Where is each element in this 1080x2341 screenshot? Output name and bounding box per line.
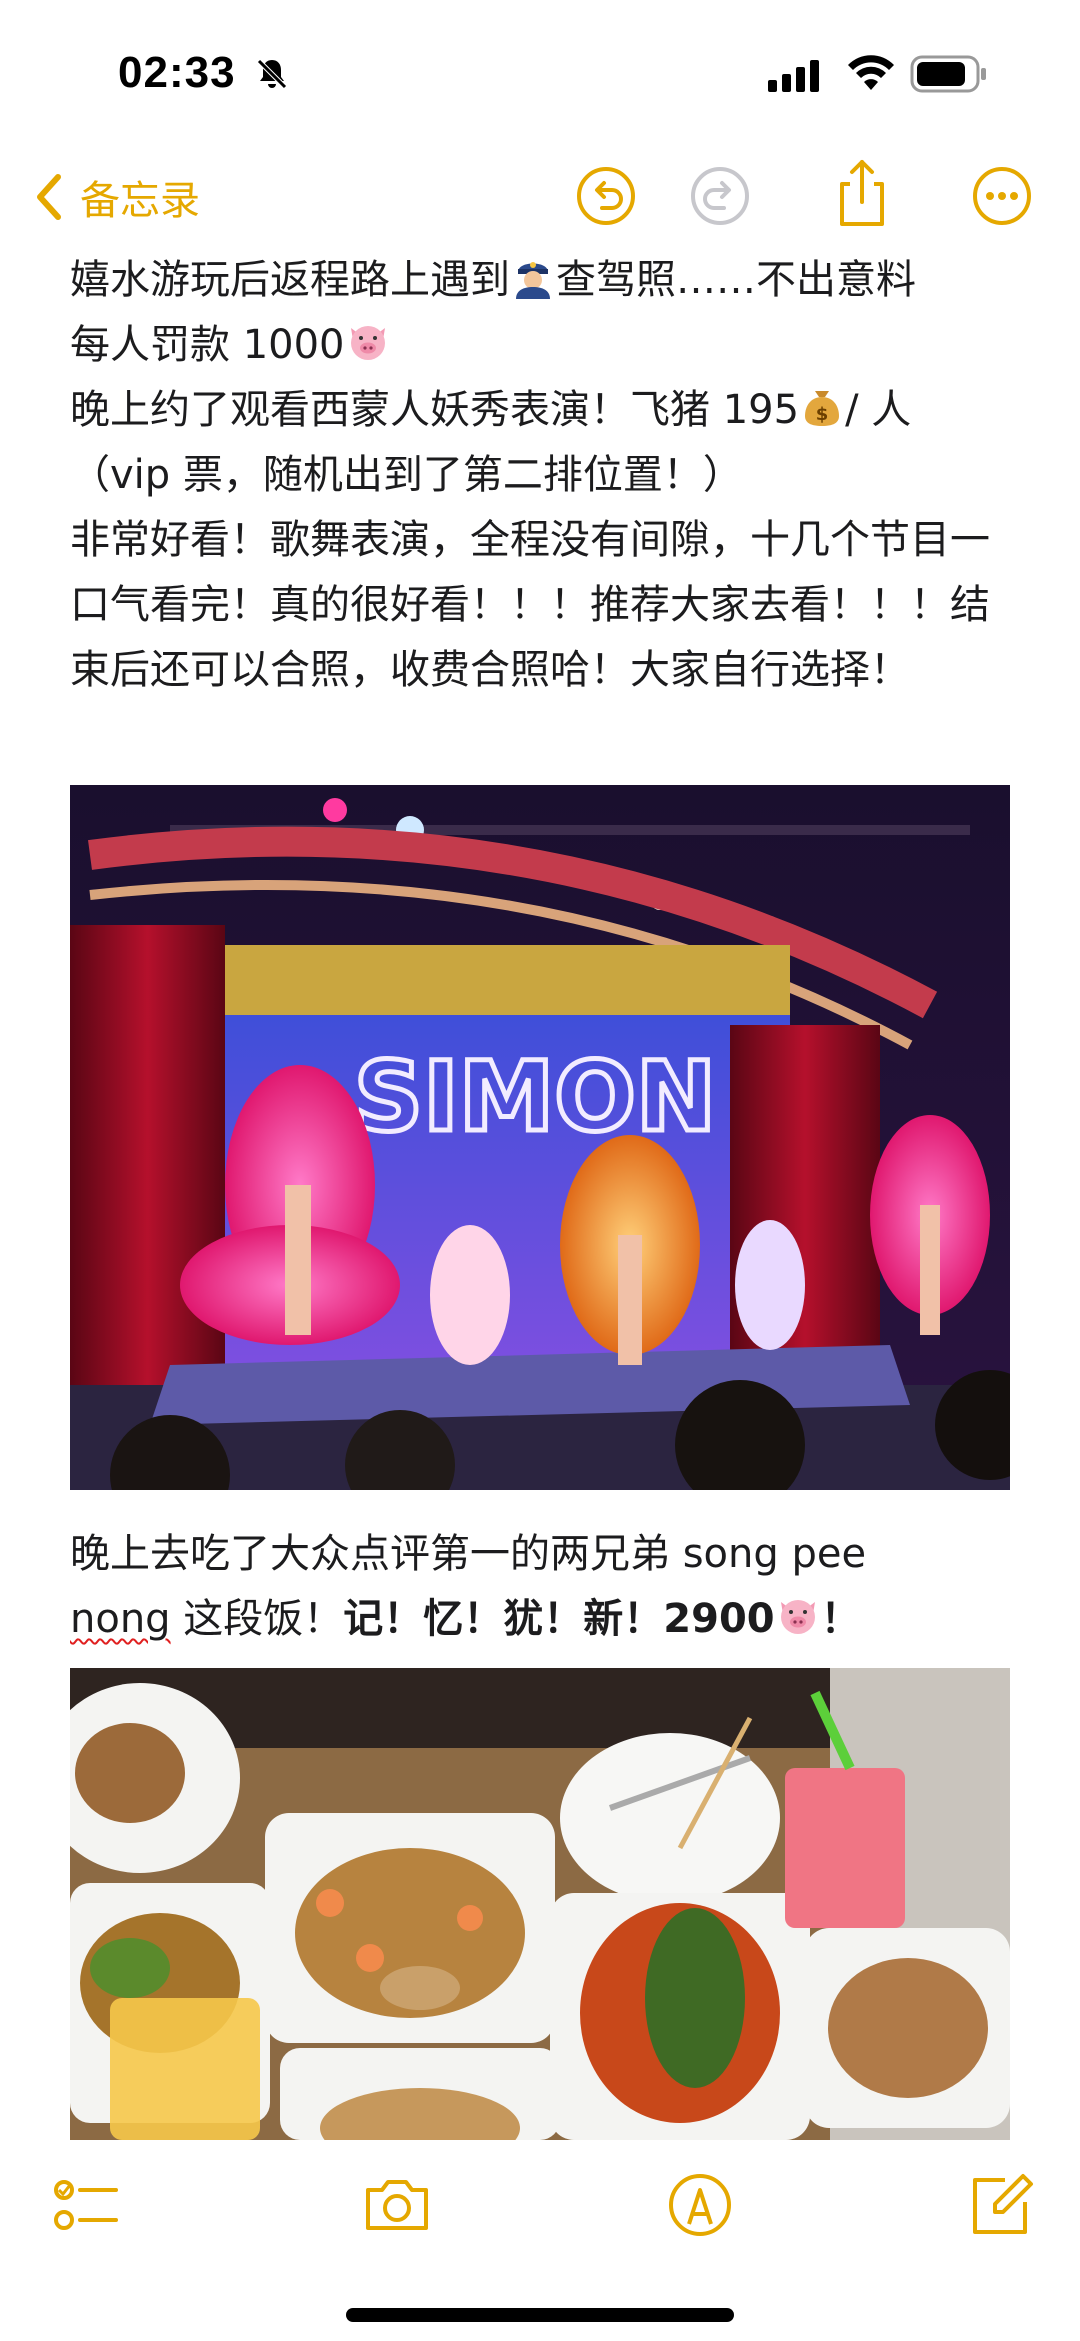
back-label: 备忘录 <box>80 178 200 224</box>
back-button[interactable]: 备忘录 <box>30 162 200 232</box>
note-text: 这段饭！ <box>170 1596 344 1642</box>
note-text: / 人 <box>845 387 912 433</box>
note-text: 嬉水游玩后返程路上遇到 <box>70 257 510 303</box>
pen-markup-icon[interactable] <box>665 2170 735 2240</box>
nav-bar: 备忘录 <box>0 150 1080 250</box>
note-line-restaurant-1: 晚上去吃了大众点评第一的两兄弟 song pee <box>70 1531 867 1577</box>
simon-sign: SIMON <box>354 1041 716 1153</box>
thai-food-table-photo[interactable] <box>70 1668 1010 2140</box>
compose-icon[interactable] <box>965 2170 1035 2240</box>
bell-slash-icon <box>257 59 287 89</box>
checklist-icon[interactable] <box>50 2170 120 2240</box>
police-officer-emoji <box>516 262 550 299</box>
note-text: 晚上约了观看西蒙人妖秀表演！飞猪 195 <box>70 387 800 433</box>
note-body[interactable]: 嬉水游玩后返程路上遇到 查驾照……不出意料 每人罚款 1000 晚上约了观看西蒙… <box>70 248 1015 703</box>
battery-icon <box>910 55 986 93</box>
note-paragraph-review: 非常好看！歌舞表演，全程没有间隙，十几个节目一口气看完！真的很好看！！！推荐大家… <box>70 517 990 693</box>
note-body-2[interactable]: 晚上去吃了大众点评第一的两兄弟 song pee nong 这段饭！记！忆！犹！… <box>70 1522 1015 1652</box>
cellular-signal-icon <box>768 60 819 92</box>
money-bag-emoji: $ <box>805 391 840 426</box>
bottom-toolbar <box>0 2140 1080 2260</box>
note-line-restaurant-2: nong 这段饭！记！忆！犹！新！2900 ！ <box>70 1587 1015 1652</box>
note-line-1: 嬉水游玩后返程路上遇到 查驾照……不出意料 <box>70 248 1015 313</box>
note-bold-text: ！ <box>820 1596 861 1642</box>
note-line-2: 每人罚款 1000 <box>70 313 1015 378</box>
chevron-left-icon <box>37 174 61 220</box>
stage-show-photo[interactable]: SIMON <box>70 785 1010 1490</box>
redo-icon[interactable] <box>688 164 752 228</box>
note-bold-text: 记！忆！犹！新！2900 <box>343 1596 775 1642</box>
svg-text:$: $ <box>816 404 829 425</box>
camera-icon[interactable] <box>362 2170 432 2240</box>
pig-face-emoji <box>780 1600 815 1634</box>
misspelled-word[interactable]: nong <box>70 1596 171 1642</box>
share-icon[interactable] <box>830 158 894 230</box>
status-time: 02:33 <box>118 48 236 97</box>
home-indicator <box>346 2308 734 2322</box>
status-bar: 02:33 <box>0 0 1080 150</box>
pig-face-emoji <box>350 326 385 360</box>
note-line-3: 晚上约了观看西蒙人妖秀表演！飞猪 195 $ / 人 <box>70 378 1015 443</box>
note-text: 查驾照……不出意料 <box>556 257 916 303</box>
undo-icon[interactable] <box>574 164 638 228</box>
more-icon[interactable] <box>970 164 1034 228</box>
wifi-icon <box>848 55 894 90</box>
note-text: 每人罚款 1000 <box>70 322 345 368</box>
note-line-4: （vip 票，随机出到了第二排位置！） <box>70 452 743 498</box>
